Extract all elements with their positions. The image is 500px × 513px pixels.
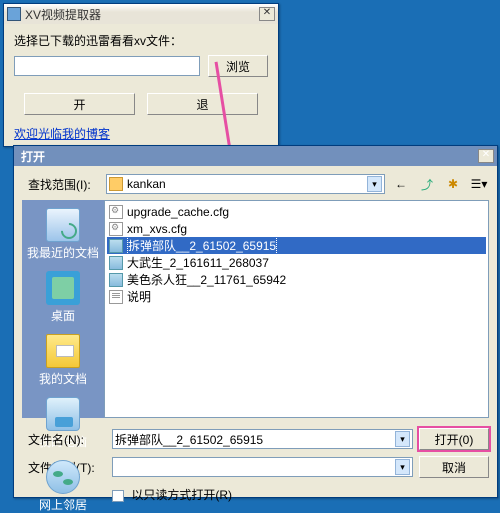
- filename-combo[interactable]: 拆弹部队__2_61502_65915 ▾: [112, 429, 413, 449]
- network-icon: [46, 460, 80, 494]
- open-button[interactable]: 开: [24, 93, 135, 115]
- recent-icon: [46, 208, 80, 242]
- newfolder-icon[interactable]: ✱: [443, 174, 463, 194]
- viewmenu-icon[interactable]: ☰▾: [469, 174, 489, 194]
- vid-file-icon: [109, 273, 123, 287]
- vid-file-icon: [109, 239, 123, 253]
- places-sidebar: 我最近的文档 桌面 我的文档 我的电脑 网上邻居: [22, 200, 104, 418]
- close-icon[interactable]: ✕: [478, 149, 494, 163]
- txt-file-icon: [109, 290, 123, 304]
- blog-link[interactable]: 欢迎光临我的博客: [14, 127, 110, 141]
- vid-file-icon: [109, 256, 123, 270]
- mycomputer-icon: [46, 397, 80, 431]
- sidebar-item-mydocs[interactable]: 我的文档: [39, 334, 87, 387]
- lookin-value: kankan: [127, 177, 367, 191]
- filepath-input[interactable]: [14, 56, 200, 76]
- readonly-checkbox[interactable]: [112, 490, 124, 502]
- up-icon[interactable]: ⤴: [417, 174, 437, 194]
- filename-label: 文件名(N):: [28, 431, 106, 448]
- folder-icon: [109, 177, 123, 191]
- file-item[interactable]: upgrade_cache.cfg: [107, 203, 486, 220]
- cfg-file-icon: [109, 222, 123, 236]
- file-name: 拆弹部队__2_61502_65915: [127, 236, 277, 255]
- file-item[interactable]: xm_xvs.cfg: [107, 220, 486, 237]
- file-list[interactable]: upgrade_cache.cfg xm_xvs.cfg拆弹部队__2_61502…: [104, 200, 489, 418]
- extractor-titlebar[interactable]: XV视频提取器 ✕: [4, 4, 278, 24]
- back-button[interactable]: 退: [147, 93, 258, 115]
- app-icon: [7, 7, 21, 21]
- file-item[interactable]: 说明: [107, 288, 486, 305]
- filetype-combo[interactable]: ▾: [112, 457, 413, 477]
- file-name: xm_xvs.cfg: [127, 222, 187, 236]
- chevron-down-icon[interactable]: ▾: [395, 459, 410, 475]
- desktop-icon: [46, 271, 80, 305]
- instruction-label: 选择已下载的迅雷看看xv文件：: [14, 32, 268, 49]
- browse-button[interactable]: 浏览: [208, 55, 268, 77]
- file-name: 美色杀人狂__2_11761_65942: [127, 271, 286, 288]
- cfg-file-icon: [109, 205, 123, 219]
- open-title: 打开: [17, 148, 478, 165]
- chevron-down-icon[interactable]: ▾: [395, 431, 410, 447]
- file-name: upgrade_cache.cfg: [127, 205, 229, 219]
- extractor-title: XV视频提取器: [25, 6, 259, 23]
- filename-value: 拆弹部队__2_61502_65915: [115, 431, 395, 448]
- open-titlebar[interactable]: 打开 ✕: [14, 146, 497, 166]
- mydocs-icon: [46, 334, 80, 368]
- sidebar-item-recent[interactable]: 我最近的文档: [27, 208, 99, 261]
- lookin-label: 查找范围(I):: [28, 176, 100, 193]
- lookin-combo[interactable]: kankan ▾: [106, 174, 385, 194]
- file-item[interactable]: 大武生_2_161611_268037: [107, 254, 486, 271]
- back-icon[interactable]: ←: [391, 174, 411, 194]
- file-item[interactable]: 拆弹部队__2_61502_65915: [107, 237, 486, 254]
- file-name: 说明: [127, 288, 151, 305]
- file-item[interactable]: 美色杀人狂__2_11761_65942: [107, 271, 486, 288]
- open-file-button[interactable]: 打开(0): [419, 428, 489, 450]
- file-name: 大武生_2_161611_268037: [127, 254, 269, 271]
- sidebar-item-desktop[interactable]: 桌面: [46, 271, 80, 324]
- chevron-down-icon[interactable]: ▾: [367, 176, 382, 192]
- close-icon[interactable]: ✕: [259, 7, 275, 21]
- cancel-button[interactable]: 取消: [419, 456, 489, 478]
